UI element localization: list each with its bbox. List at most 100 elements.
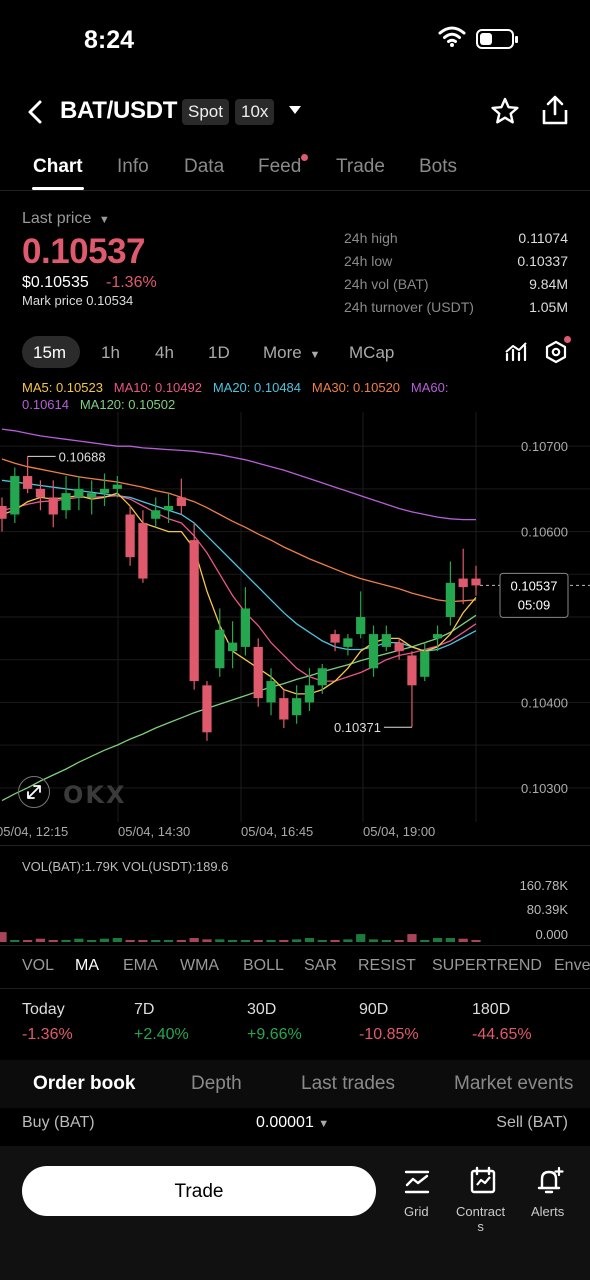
last-price-label-text: Last price	[22, 210, 92, 227]
tab-depth[interactable]: Depth	[191, 1073, 242, 1095]
tab-chart[interactable]: Chart	[33, 156, 83, 178]
timeframe-more-label: More	[263, 343, 302, 362]
stat-value-high: 0.11074	[518, 230, 568, 246]
alerts-label[interactable]: Alerts	[531, 1204, 564, 1219]
candle-body	[292, 698, 302, 716]
tab-feed[interactable]: Feed	[258, 156, 301, 178]
last-price-value: 0.10537	[22, 232, 146, 271]
contracts-label-line2: s	[477, 1219, 484, 1234]
volume-legend: VOL(BAT):1.79K VOL(USDT):189.6	[22, 859, 229, 874]
volume-bar	[227, 940, 238, 942]
candle-body	[112, 484, 122, 489]
timeframe-15m[interactable]: 15m	[33, 343, 66, 363]
divider	[0, 945, 590, 946]
star-icon[interactable]	[490, 96, 520, 126]
indicator-wma[interactable]: WMA	[180, 957, 219, 975]
wifi-icon	[438, 26, 466, 47]
trade-button[interactable]: Trade	[22, 1166, 376, 1216]
tab-trade[interactable]: Trade	[336, 156, 385, 178]
y-tick-label: 0.10400	[521, 695, 568, 710]
indicator-boll[interactable]: BOLL	[243, 957, 284, 975]
candle-body	[381, 634, 391, 647]
indicator-chart-icon[interactable]	[504, 340, 528, 364]
perf-value-180d: -44.65%	[472, 1026, 532, 1043]
volume-bar	[266, 940, 276, 942]
status-bar: 8:24	[0, 0, 590, 80]
alert-bell-icon[interactable]	[535, 1166, 565, 1196]
candle-body	[458, 578, 468, 588]
candlestick-chart[interactable]: 0.10700 0.10600 0.10400 0.10300 0.10537 05:09…	[0, 412, 590, 822]
grid-icon[interactable]	[403, 1168, 431, 1196]
ma-legend-row-1: MA5: 0.10523 MA10: 0.10492 MA20: 0.10484…	[22, 380, 448, 395]
ma120-line	[1, 614, 477, 802]
tab-market-events[interactable]: Market events	[454, 1073, 573, 1095]
indicator-enve[interactable]: Enve	[554, 957, 590, 975]
candle-body	[317, 668, 327, 686]
perf-value-today: -1.36%	[22, 1026, 73, 1043]
grid-label[interactable]: Grid	[404, 1204, 429, 1219]
ma30-line	[1, 458, 477, 603]
volume-bar	[61, 940, 71, 942]
volume-bar	[125, 940, 135, 942]
feed-notification-dot	[301, 154, 308, 161]
dropdown-caret-icon: ▼	[318, 1118, 330, 1130]
candle-body	[176, 497, 186, 506]
candle-body	[330, 634, 340, 643]
settings-hex-icon[interactable]	[544, 340, 568, 364]
perf-label-90d: 90D	[359, 1001, 389, 1018]
timeframe-1d[interactable]: 1D	[208, 343, 230, 363]
timeframe-mcap[interactable]: MCap	[349, 343, 394, 363]
divider	[0, 845, 590, 846]
volume-bar	[74, 938, 84, 942]
last-price-label[interactable]: Last price ▼	[22, 210, 110, 228]
tab-bots[interactable]: Bots	[419, 156, 457, 178]
candle-body	[74, 488, 84, 498]
candle-body	[138, 523, 148, 579]
chevron-down-icon[interactable]	[288, 104, 302, 116]
indicator-ema[interactable]: EMA	[123, 957, 158, 975]
volume-bar	[138, 940, 148, 942]
stat-value-vol: 9.84M	[529, 276, 568, 292]
battery-icon	[476, 29, 518, 49]
tick-size-select[interactable]: 0.00001 ▼	[256, 1114, 329, 1132]
timeframe-1h[interactable]: 1h	[101, 343, 120, 363]
pair-title[interactable]: BAT/USDT	[60, 97, 177, 125]
timeframe-4h[interactable]: 4h	[155, 343, 174, 363]
indicator-ma[interactable]: MA	[75, 957, 99, 975]
back-arrow-icon[interactable]	[24, 98, 48, 126]
volume-bar	[343, 939, 353, 942]
candle-body	[151, 510, 161, 519]
candle-body	[48, 497, 58, 515]
indicator-supertrend[interactable]: SUPERTREND	[432, 957, 542, 975]
candle-body	[445, 582, 455, 617]
contracts-label[interactable]: Contract s	[456, 1204, 505, 1234]
ma-legend-row-2: 0.10614 MA120: 0.10502	[22, 397, 175, 412]
candle-body	[432, 634, 443, 639]
timeframe-more[interactable]: More ▼	[263, 343, 320, 363]
candle-body	[23, 476, 33, 489]
y-tick-label: 0.10300	[521, 781, 568, 796]
candle-body	[10, 476, 20, 515]
tab-data[interactable]: Data	[184, 156, 224, 178]
tab-last-trades[interactable]: Last trades	[301, 1073, 395, 1095]
stat-label-vol: 24h vol (BAT)	[344, 276, 429, 292]
contracts-icon[interactable]	[468, 1166, 498, 1196]
indicator-vol[interactable]: VOL	[22, 957, 54, 975]
volume-bar	[202, 939, 212, 942]
volume-bar	[292, 939, 302, 942]
tab-info[interactable]: Info	[117, 156, 149, 178]
candle-body	[202, 685, 212, 733]
tab-order-book[interactable]: Order book	[33, 1073, 135, 1095]
indicator-sar[interactable]: SAR	[304, 957, 337, 975]
indicator-resist[interactable]: RESIST	[358, 957, 416, 975]
share-icon[interactable]	[540, 94, 570, 126]
volume-bar	[10, 940, 20, 942]
high-marker-label: 0.10688	[59, 449, 106, 464]
leverage-badge: 10x	[235, 99, 275, 125]
expand-chart-button[interactable]	[18, 776, 50, 808]
spot-badge: Spot	[182, 99, 229, 125]
volume-bar	[445, 938, 455, 942]
volume-bar	[317, 940, 327, 942]
volume-bar	[189, 938, 199, 942]
candle-body	[240, 608, 251, 647]
